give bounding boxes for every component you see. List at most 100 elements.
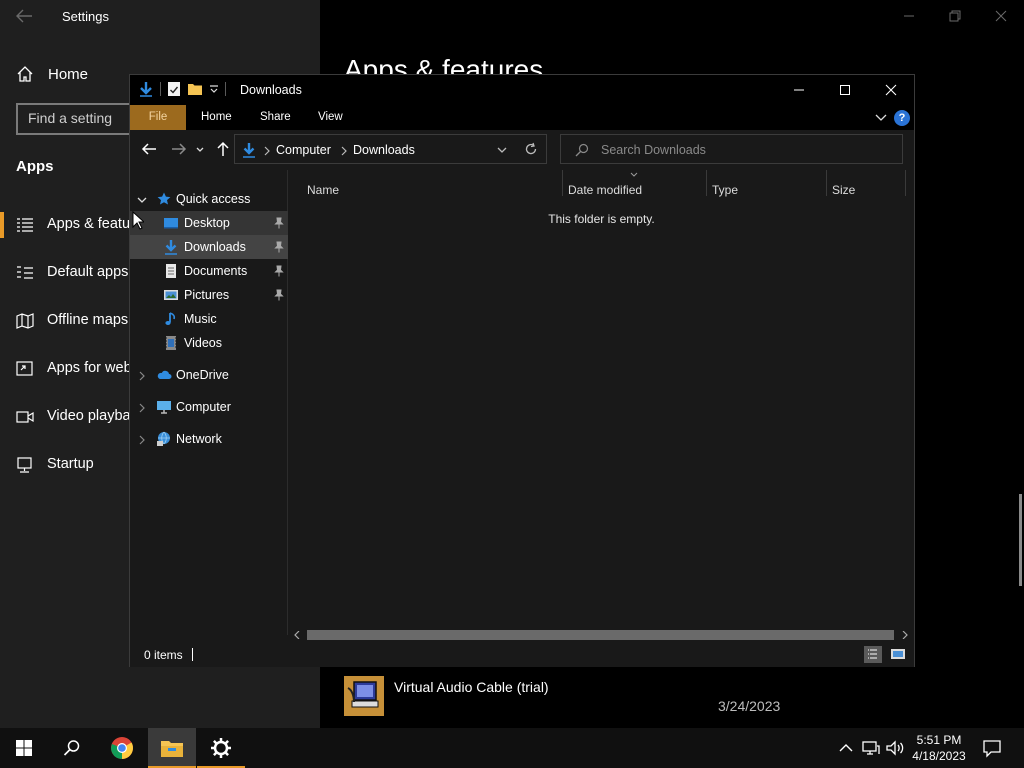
collapsed-chevron-icon[interactable] xyxy=(137,403,147,413)
volume-icon[interactable] xyxy=(885,738,905,758)
explorer-titlebar[interactable]: Downloads xyxy=(130,75,914,105)
tree-item-desktop[interactable]: Desktop xyxy=(130,211,288,235)
settings-home-link[interactable]: Home xyxy=(16,64,88,84)
status-bar: 0 items xyxy=(130,642,914,667)
system-clock[interactable]: 5:51 PM 4/18/2023 xyxy=(904,732,974,764)
taskbar-settings[interactable] xyxy=(197,728,245,768)
desktop-folder-icon xyxy=(164,218,178,229)
horizontal-scrollbar[interactable] xyxy=(289,628,914,642)
pin-icon[interactable] xyxy=(274,217,284,229)
tab-file[interactable]: File xyxy=(130,105,186,130)
network-status-icon[interactable] xyxy=(861,738,881,758)
startup-icon xyxy=(17,457,32,473)
minimize-icon[interactable] xyxy=(886,0,932,32)
tree-item-onedrive[interactable]: OneDrive xyxy=(130,363,288,387)
breadcrumb-separator-icon[interactable] xyxy=(263,146,271,156)
tree-item-videos[interactable]: Videos xyxy=(130,331,288,355)
details-view-icon[interactable] xyxy=(864,646,882,663)
tree-item-label: Pictures xyxy=(184,288,230,302)
column-divider[interactable] xyxy=(562,170,563,196)
start-button[interactable] xyxy=(0,728,48,768)
network-icon xyxy=(157,431,170,446)
tree-item-label: Computer xyxy=(176,400,231,414)
column-divider[interactable] xyxy=(826,170,827,196)
column-header-name[interactable]: Name xyxy=(307,183,339,197)
taskbar-chrome[interactable] xyxy=(98,728,146,768)
clock-time: 5:51 PM xyxy=(916,733,962,747)
show-hidden-icons-chevron-icon[interactable] xyxy=(836,738,856,758)
computer-icon xyxy=(157,401,171,414)
vertical-scrollbar[interactable] xyxy=(1019,494,1022,586)
tab-home[interactable]: Home xyxy=(201,105,232,130)
new-folder-icon[interactable] xyxy=(187,81,203,97)
back-arrow-icon[interactable] xyxy=(12,6,36,26)
tree-item-label: Desktop xyxy=(184,216,230,230)
refresh-icon[interactable] xyxy=(524,142,538,156)
collapsed-chevron-icon[interactable] xyxy=(137,435,147,445)
column-divider[interactable] xyxy=(905,170,906,196)
properties-icon[interactable] xyxy=(167,81,181,97)
downloads-arrow-icon xyxy=(140,82,152,97)
window-title: Downloads xyxy=(240,83,302,97)
expand-ribbon-chevron-icon[interactable] xyxy=(874,111,888,123)
close-icon[interactable] xyxy=(978,0,1024,32)
tab-share[interactable]: Share xyxy=(260,105,291,130)
action-center-icon[interactable] xyxy=(982,738,1002,758)
search-icon xyxy=(575,143,589,157)
tree-item-label: Music xyxy=(184,312,217,326)
tree-item-music[interactable]: Music xyxy=(130,307,288,331)
close-button[interactable] xyxy=(868,75,914,105)
breadcrumb-separator-icon[interactable] xyxy=(340,146,348,156)
minimize-button[interactable] xyxy=(776,75,822,105)
tree-item-computer[interactable]: Computer xyxy=(130,395,288,419)
taskbar-search-button[interactable] xyxy=(48,728,96,768)
scroll-right-arrow-icon[interactable] xyxy=(901,631,909,639)
column-header-date-modified[interactable]: Date modified xyxy=(568,183,642,197)
video-playback-icon xyxy=(16,411,34,423)
column-header-type[interactable]: Type xyxy=(712,183,738,197)
default-apps-icon xyxy=(17,266,33,279)
expanded-chevron-icon[interactable] xyxy=(137,195,147,205)
column-header-size[interactable]: Size xyxy=(832,183,855,197)
forward-arrow-icon[interactable] xyxy=(170,140,188,158)
minimize-icon xyxy=(794,89,804,91)
pin-icon[interactable] xyxy=(274,289,284,301)
address-history-chevron-icon[interactable] xyxy=(496,145,508,155)
search-downloads-input[interactable]: Search Downloads xyxy=(560,134,903,164)
collapsed-chevron-icon[interactable] xyxy=(137,371,147,381)
offline-maps-icon xyxy=(16,313,34,329)
star-icon xyxy=(157,192,171,205)
maximize-button[interactable] xyxy=(822,75,868,105)
app-name[interactable]: Virtual Audio Cable (trial) xyxy=(394,679,549,695)
tree-item-documents[interactable]: Documents xyxy=(130,259,288,283)
help-icon[interactable]: ? xyxy=(894,110,910,126)
up-arrow-icon[interactable] xyxy=(214,140,232,158)
toolbar-divider xyxy=(160,82,161,96)
tree-item-quick-access[interactable]: Quick access xyxy=(130,187,288,211)
close-icon xyxy=(885,84,897,96)
videos-folder-icon xyxy=(166,336,176,350)
recent-locations-chevron-icon[interactable] xyxy=(194,140,206,158)
quick-access-toolbar xyxy=(138,81,226,97)
taskbar-file-explorer[interactable] xyxy=(148,728,196,768)
scrollbar-thumb[interactable] xyxy=(307,630,894,640)
tree-item-pictures[interactable]: Pictures xyxy=(130,283,288,307)
breadcrumb-downloads[interactable]: Downloads xyxy=(353,143,415,157)
scroll-left-arrow-icon[interactable] xyxy=(293,631,301,639)
customize-toolbar-dropdown-icon[interactable] xyxy=(209,84,219,94)
breadcrumb-computer[interactable]: Computer xyxy=(276,143,331,157)
pin-icon[interactable] xyxy=(274,265,284,277)
tree-item-downloads[interactable]: Downloads xyxy=(130,235,288,259)
pin-icon[interactable] xyxy=(274,241,284,253)
address-bar[interactable]: Computer Downloads xyxy=(234,134,547,164)
restore-icon[interactable] xyxy=(932,0,978,32)
active-indicator xyxy=(0,212,4,238)
large-icons-view-icon[interactable] xyxy=(889,646,907,663)
back-arrow-icon[interactable] xyxy=(140,140,158,158)
apps-features-icon xyxy=(17,218,33,232)
tab-view[interactable]: View xyxy=(318,105,343,130)
column-divider[interactable] xyxy=(706,170,707,196)
home-icon xyxy=(17,66,33,82)
sidebar-item-label: Offline maps xyxy=(47,312,129,328)
tree-item-network[interactable]: Network xyxy=(130,427,288,451)
